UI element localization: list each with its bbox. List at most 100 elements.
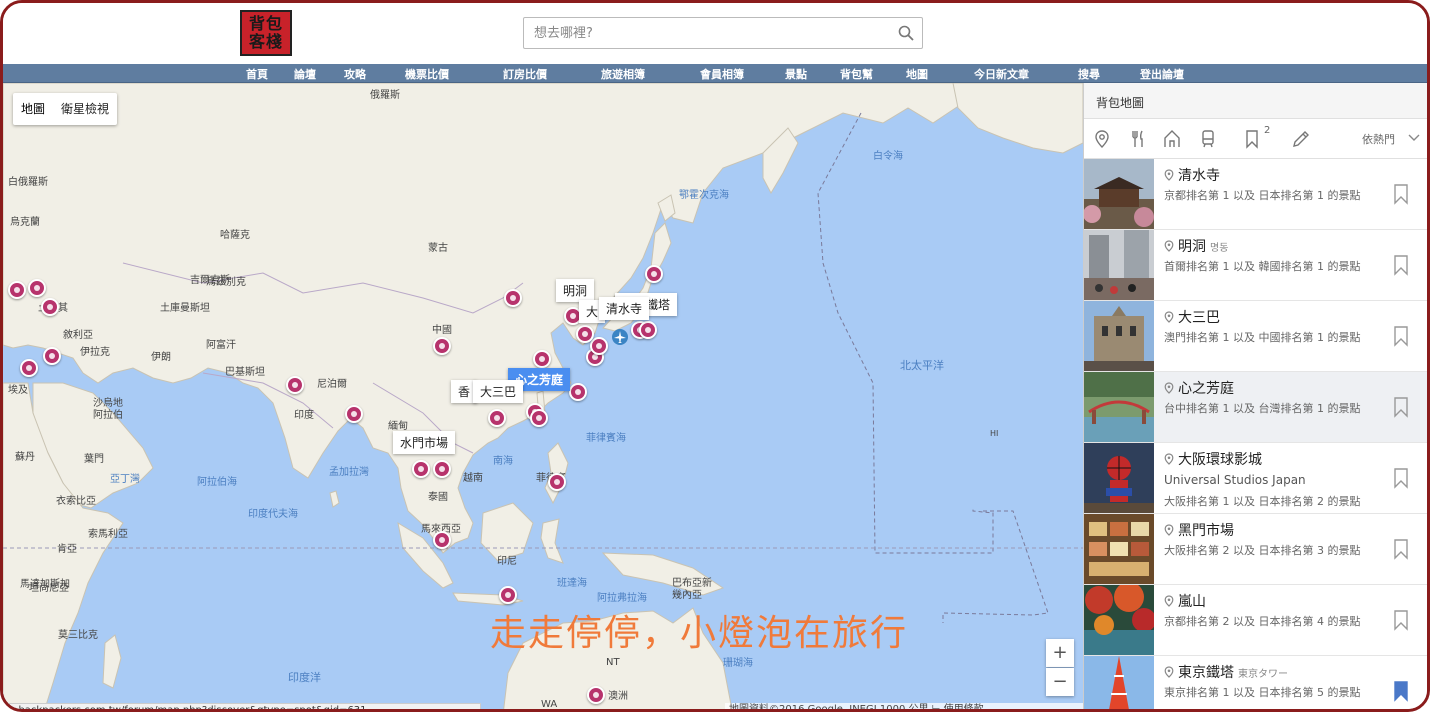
panel-toolbar: 2 依熱門	[1084, 119, 1427, 159]
label-ukraine: 烏克蘭	[10, 217, 40, 228]
logo-line-2: 客棧	[248, 32, 283, 51]
bookmark-filter-icon[interactable]	[1242, 129, 1262, 149]
current-location-airplane-icon[interactable]	[611, 328, 629, 346]
location-pin-icon	[1164, 453, 1174, 465]
spot-item-kiyomizudera[interactable]: 清水寺 京都排名第 1 以及 日本排名第 1 的景點	[1084, 159, 1427, 230]
spot-item-xinzhifangting[interactable]: 心之芳庭 台中排名第 1 以及 台灣排名第 1 的景點	[1084, 372, 1427, 443]
spot-name[interactable]: 大三巴	[1164, 307, 1220, 327]
map-attribution[interactable]: 地圖資料©2016 Google, INEGI 1000 公里 ⊢ 使用條款	[725, 703, 1083, 709]
spot-pin[interactable]	[41, 298, 59, 316]
spot-name[interactable]: 黑門市場	[1164, 520, 1234, 540]
spot-pin[interactable]	[433, 337, 451, 355]
site-logo[interactable]: 背包 客棧	[240, 10, 292, 56]
nav-travel-albums[interactable]: 旅遊相簿	[601, 66, 645, 82]
spot-pin[interactable]	[20, 359, 38, 377]
label-saudi-arabia: 沙烏地 阿拉伯	[93, 398, 123, 421]
bookmark-icon[interactable]	[1393, 467, 1409, 489]
spot-item-arashiyama[interactable]: 嵐山 京都排名第 2 以及 日本排名第 4 的景點	[1084, 585, 1427, 656]
map-view[interactable]: 地圖 衛星檢視 俄羅斯 哈薩克 蒙古 中國 印度 伊朗 阿富汗 巴基斯坦 土庫曼…	[3, 83, 1083, 709]
map-tooltip-myeongdong[interactable]: 明洞	[556, 279, 595, 302]
spot-pin[interactable]	[587, 686, 605, 704]
spot-name[interactable]: 大阪環球影城	[1164, 449, 1262, 469]
spot-pin[interactable]	[576, 325, 594, 343]
bookmark-icon[interactable]	[1393, 609, 1409, 631]
spot-item-myeongdong[interactable]: 明洞 명동 首爾排名第 1 以及 韓國排名第 1 的景點	[1084, 230, 1427, 301]
spot-pin[interactable]	[530, 409, 548, 427]
nav-member-albums[interactable]: 會員相簿	[700, 66, 744, 82]
map-tooltip-senado[interactable]: 大三巴	[473, 380, 524, 403]
search-input[interactable]	[524, 18, 884, 48]
nav-backpack-help[interactable]: 背包幫	[840, 66, 873, 82]
spot-name[interactable]: 東京鐵塔 東京タワー	[1164, 662, 1288, 682]
label-gulf-of-aden: 亞丁灣	[110, 474, 140, 485]
nav-new-posts[interactable]: 今日新文章	[974, 66, 1029, 82]
panel-title: 背包地圖	[1084, 83, 1427, 119]
spot-rank: 首爾排名第 1 以及 韓國排名第 1 的景點	[1164, 260, 1361, 273]
location-pin-icon[interactable]	[1092, 129, 1112, 149]
zoom-out-button[interactable]: −	[1046, 668, 1074, 696]
transport-icon[interactable]	[1198, 129, 1218, 149]
spot-pin[interactable]	[412, 460, 430, 478]
spot-thumbnail	[1084, 372, 1154, 442]
label-kyrgyz: 吉爾吉斯	[190, 275, 230, 286]
spot-pin[interactable]	[639, 321, 657, 339]
spot-item-kuromon[interactable]: 黑門市場 大阪排名第 2 以及 日本排名第 3 的景點	[1084, 514, 1427, 585]
label-egypt: 埃及	[8, 385, 28, 396]
spot-name[interactable]: 嵐山	[1164, 591, 1206, 611]
nav-search[interactable]: 搜尋	[1078, 66, 1100, 82]
spot-pin[interactable]	[433, 531, 451, 549]
spot-pin[interactable]	[645, 265, 663, 283]
nav-forum[interactable]: 論壇	[294, 66, 316, 82]
map-type-map-button[interactable]: 地圖	[13, 93, 53, 125]
bookmark-icon[interactable]	[1393, 325, 1409, 347]
nav-spots[interactable]: 景點	[785, 66, 807, 82]
spot-pin[interactable]	[8, 281, 26, 299]
spot-name[interactable]: 清水寺	[1164, 165, 1220, 185]
map-type-satellite-button[interactable]: 衛星檢視	[53, 93, 117, 125]
nav-home[interactable]: 首頁	[246, 66, 268, 82]
bookmark-filled-icon[interactable]	[1393, 680, 1409, 702]
label-indian-ocean: 印度洋	[288, 671, 321, 684]
bookmark-icon[interactable]	[1393, 183, 1409, 205]
spot-pin[interactable]	[504, 289, 522, 307]
bookmark-icon[interactable]	[1393, 538, 1409, 560]
nav-hotels[interactable]: 訂房比價	[503, 66, 547, 82]
spot-pin[interactable]	[499, 586, 517, 604]
spot-thumbnail	[1084, 514, 1154, 584]
spot-pin[interactable]	[433, 460, 451, 478]
search-icon[interactable]	[898, 25, 914, 41]
label-thailand: 泰國	[428, 492, 448, 503]
spot-item-tokyo-tower[interactable]: 東京鐵塔 東京タワー 東京排名第 1 以及 日本排名第 5 的景點	[1084, 656, 1427, 709]
chevron-down-icon[interactable]	[1408, 133, 1420, 143]
spot-pin[interactable]	[345, 405, 363, 423]
spot-pin[interactable]	[286, 376, 304, 394]
label-kenya: 肯亞	[57, 544, 77, 555]
pencil-icon[interactable]	[1291, 129, 1311, 149]
spot-pin[interactable]	[28, 279, 46, 297]
nav-flights[interactable]: 機票比價	[405, 66, 449, 82]
spot-pin[interactable]	[569, 383, 587, 401]
site-header: 背包 客棧	[3, 3, 1427, 64]
spot-name[interactable]: 心之芳庭	[1164, 378, 1234, 398]
map-tooltip-watergate-market[interactable]: 水門市場	[393, 431, 456, 454]
spot-pin[interactable]	[548, 473, 566, 491]
label-somalia: 索馬利亞	[88, 529, 128, 540]
spot-pin[interactable]	[43, 347, 61, 365]
bookmark-icon[interactable]	[1393, 254, 1409, 276]
spot-rank: 大阪排名第 2 以及 日本排名第 3 的景點	[1164, 544, 1361, 557]
restaurant-icon[interactable]	[1128, 129, 1148, 149]
bookmark-icon[interactable]	[1393, 396, 1409, 418]
nav-guides[interactable]: 攻略	[344, 66, 366, 82]
zoom-in-button[interactable]: +	[1046, 639, 1074, 667]
spot-pin[interactable]	[488, 409, 506, 427]
map-tooltip-kiyomizudera[interactable]: 清水寺	[599, 297, 650, 320]
nav-logout[interactable]: 登出論壇	[1140, 66, 1184, 82]
spot-name[interactable]: 明洞 명동	[1164, 236, 1228, 256]
spot-pin[interactable]	[590, 337, 608, 355]
spot-item-usj[interactable]: 大阪環球影城 Universal Studios Japan 大阪排名第 1 以…	[1084, 443, 1427, 514]
spot-item-senado[interactable]: 大三巴 澳門排名第 1 以及 中國排名第 1 的景點	[1084, 301, 1427, 372]
hotel-icon[interactable]	[1162, 129, 1182, 149]
spot-pin[interactable]	[533, 350, 551, 368]
sort-dropdown[interactable]: 依熱門	[1362, 131, 1395, 147]
nav-map[interactable]: 地圖	[906, 66, 928, 82]
